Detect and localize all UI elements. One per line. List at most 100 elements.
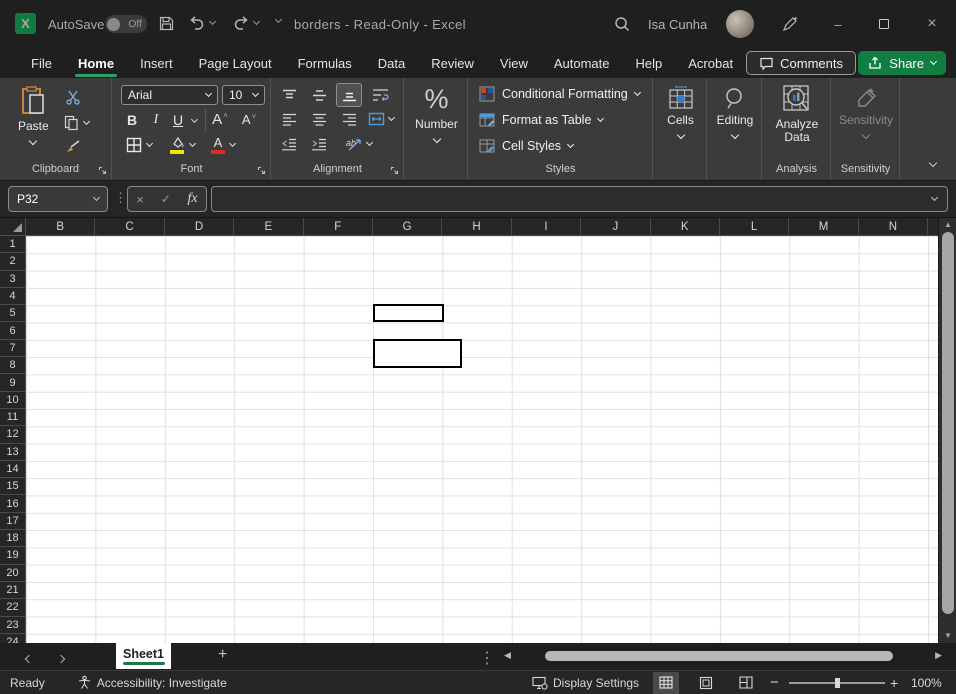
formula-bar-expand-chevron-icon[interactable] xyxy=(931,194,938,201)
row-header-14[interactable]: 14 xyxy=(0,461,25,478)
row-header-7[interactable]: 7 xyxy=(0,340,25,357)
underline-button[interactable]: U xyxy=(169,111,187,129)
row-header-13[interactable]: 13 xyxy=(0,444,25,461)
increase-indent-button[interactable] xyxy=(308,135,330,153)
collapse-ribbon-button[interactable] xyxy=(922,156,944,172)
formula-bar-drag-dots-icon[interactable]: ⋮ xyxy=(114,190,127,206)
scroll-up-arrow-icon[interactable]: ▲ xyxy=(939,219,956,231)
menu-tab-home[interactable]: Home xyxy=(65,48,127,78)
cell-area[interactable] xyxy=(26,236,938,643)
user-name[interactable]: Isa Cunha xyxy=(648,17,707,32)
share-dropdown-chevron-icon[interactable] xyxy=(930,58,937,65)
analyze-data-button[interactable]: Analyze Data xyxy=(763,84,831,144)
column-header-n[interactable]: N xyxy=(859,218,928,235)
increase-font-size-button[interactable]: A˄ xyxy=(210,109,230,129)
sheet-tab-sheet1[interactable]: Sheet1 xyxy=(116,643,171,669)
name-box[interactable]: P32 xyxy=(8,186,108,212)
close-button[interactable]: × xyxy=(917,9,947,39)
select-all-corner[interactable] xyxy=(0,218,26,236)
insert-function-button[interactable]: fx xyxy=(187,191,197,207)
row-header-4[interactable]: 4 xyxy=(0,288,25,305)
maximize-button[interactable] xyxy=(869,9,899,39)
search-button[interactable] xyxy=(613,15,631,33)
row-header-23[interactable]: 23 xyxy=(0,617,25,634)
menu-tab-insert[interactable]: Insert xyxy=(127,48,186,78)
center-button[interactable] xyxy=(308,110,330,128)
enter-entry-icon[interactable]: ✓ xyxy=(161,192,171,206)
bold-button[interactable]: B xyxy=(123,111,141,129)
column-header-g[interactable]: G xyxy=(373,218,442,235)
formula-input[interactable] xyxy=(211,186,948,212)
minimize-button[interactable]: – xyxy=(823,9,853,39)
underline-dropdown-chevron-icon[interactable] xyxy=(191,116,198,123)
font-family-combobox[interactable]: Arial xyxy=(121,85,218,105)
column-header-l[interactable]: L xyxy=(720,218,789,235)
align-left-button[interactable] xyxy=(278,110,300,128)
row-header-8[interactable]: 8 xyxy=(0,357,25,374)
font-color-button[interactable]: A xyxy=(207,133,239,157)
column-header-f[interactable]: F xyxy=(304,218,373,235)
column-header-i[interactable]: I xyxy=(512,218,581,235)
column-header-e[interactable]: E xyxy=(234,218,303,235)
zoom-out-button[interactable]: − xyxy=(770,674,779,691)
fill-color-button[interactable] xyxy=(165,133,199,157)
display-settings-button[interactable]: Display Settings xyxy=(532,676,639,690)
cancel-entry-icon[interactable]: × xyxy=(136,192,144,207)
page-layout-view-button[interactable] xyxy=(693,672,719,694)
number-format-button[interactable]: % Number xyxy=(405,84,468,142)
italic-button[interactable]: I xyxy=(147,111,165,129)
row-header-9[interactable]: 9 xyxy=(0,374,25,391)
menu-tab-help[interactable]: Help xyxy=(623,48,676,78)
font-size-combobox[interactable]: 10 xyxy=(222,85,265,105)
row-header-21[interactable]: 21 xyxy=(0,582,25,599)
column-header-c[interactable]: C xyxy=(95,218,164,235)
row-header-5[interactable]: 5 xyxy=(0,305,25,322)
row-header-17[interactable]: 17 xyxy=(0,513,25,530)
column-header-m[interactable]: M xyxy=(789,218,858,235)
new-sheet-button[interactable]: + xyxy=(218,646,227,664)
column-header-h[interactable]: H xyxy=(442,218,511,235)
zoom-in-button[interactable]: + xyxy=(890,675,898,691)
cell-styles-button[interactable]: Cell Styles xyxy=(479,138,573,154)
wrap-text-button[interactable] xyxy=(368,86,392,104)
row-header-1[interactable]: 1 xyxy=(0,236,25,253)
row-header-12[interactable]: 12 xyxy=(0,426,25,443)
menu-tab-review[interactable]: Review xyxy=(418,48,487,78)
row-header-11[interactable]: 11 xyxy=(0,409,25,426)
row-header-2[interactable]: 2 xyxy=(0,253,25,270)
row-header-6[interactable]: 6 xyxy=(0,322,25,339)
share-button[interactable]: Share xyxy=(858,51,946,75)
sheet-nav-left-button[interactable] xyxy=(26,649,32,667)
sheet-nav-right-button[interactable] xyxy=(58,649,64,667)
font-dialog-launcher[interactable] xyxy=(257,166,266,175)
middle-align-button[interactable] xyxy=(308,86,330,104)
clipboard-dialog-launcher[interactable] xyxy=(98,166,107,175)
format-painter-button[interactable] xyxy=(62,138,84,156)
paste-button[interactable]: Paste xyxy=(18,86,49,144)
scroll-down-arrow-icon[interactable]: ▼ xyxy=(939,630,956,642)
row-header-24[interactable]: 24 xyxy=(0,634,25,643)
borders-button[interactable] xyxy=(123,135,155,155)
editing-button[interactable]: Editing xyxy=(708,86,762,138)
conditional-formatting-button[interactable]: Conditional Formatting xyxy=(479,86,640,102)
merge-center-button[interactable] xyxy=(364,110,398,128)
format-as-table-button[interactable]: Format as Table xyxy=(479,112,603,128)
cut-button[interactable] xyxy=(62,88,84,106)
tab-bar-dots-icon[interactable]: ⋮ xyxy=(479,648,495,668)
comments-button[interactable]: Comments xyxy=(746,51,856,75)
row-header-10[interactable]: 10 xyxy=(0,392,25,409)
copy-button[interactable] xyxy=(58,114,94,132)
column-header-k[interactable]: K xyxy=(651,218,720,235)
normal-view-button[interactable] xyxy=(653,672,679,694)
vertical-scroll-thumb[interactable] xyxy=(942,232,954,614)
menu-tab-data[interactable]: Data xyxy=(365,48,418,78)
menu-tab-page-layout[interactable]: Page Layout xyxy=(186,48,285,78)
row-header-3[interactable]: 3 xyxy=(0,271,25,288)
paste-dropdown-chevron-icon[interactable] xyxy=(29,137,37,145)
row-header-20[interactable]: 20 xyxy=(0,565,25,582)
menu-tab-formulas[interactable]: Formulas xyxy=(285,48,365,78)
alignment-dialog-launcher[interactable] xyxy=(390,166,399,175)
vertical-scrollbar[interactable]: ▲ ▼ xyxy=(938,218,956,643)
row-header-15[interactable]: 15 xyxy=(0,478,25,495)
horizontal-scrollbar[interactable]: ◀ ▶ xyxy=(500,648,946,664)
